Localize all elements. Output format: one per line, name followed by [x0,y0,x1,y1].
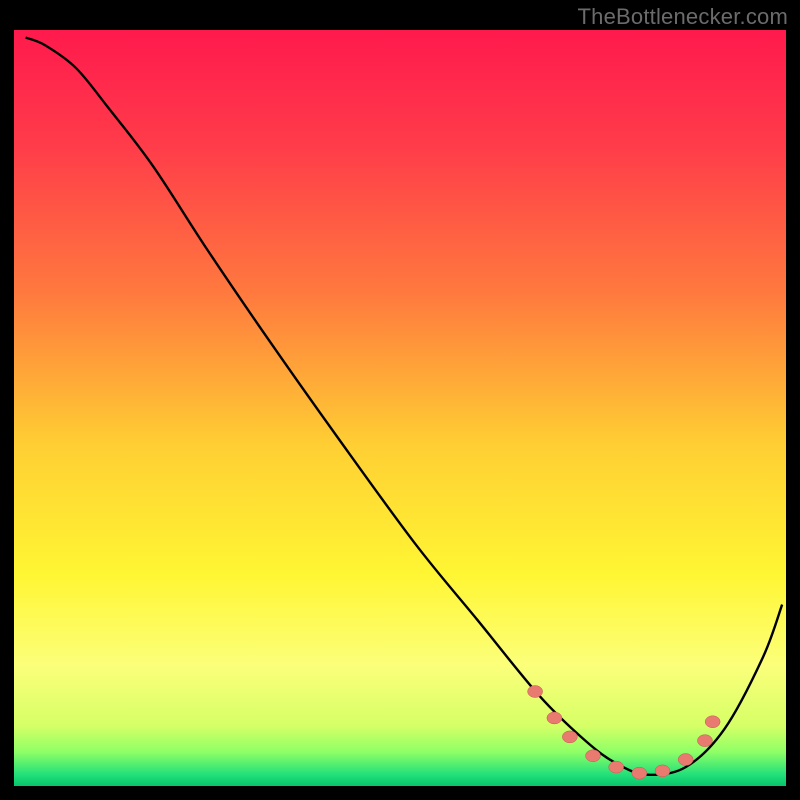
chart-frame [14,30,786,786]
marker-dot [562,731,577,743]
bottleneck-chart [14,30,786,786]
marker-dot [528,686,543,698]
marker-dot [632,767,647,779]
marker-dot [547,712,562,724]
attribution-text: TheBottlenecker.com [578,4,788,30]
marker-dot [586,750,601,762]
marker-dot [697,735,712,747]
gradient-background [14,30,786,786]
marker-dot [609,761,624,773]
marker-dot [655,765,670,777]
marker-dot [705,716,720,728]
marker-dot [678,754,693,766]
